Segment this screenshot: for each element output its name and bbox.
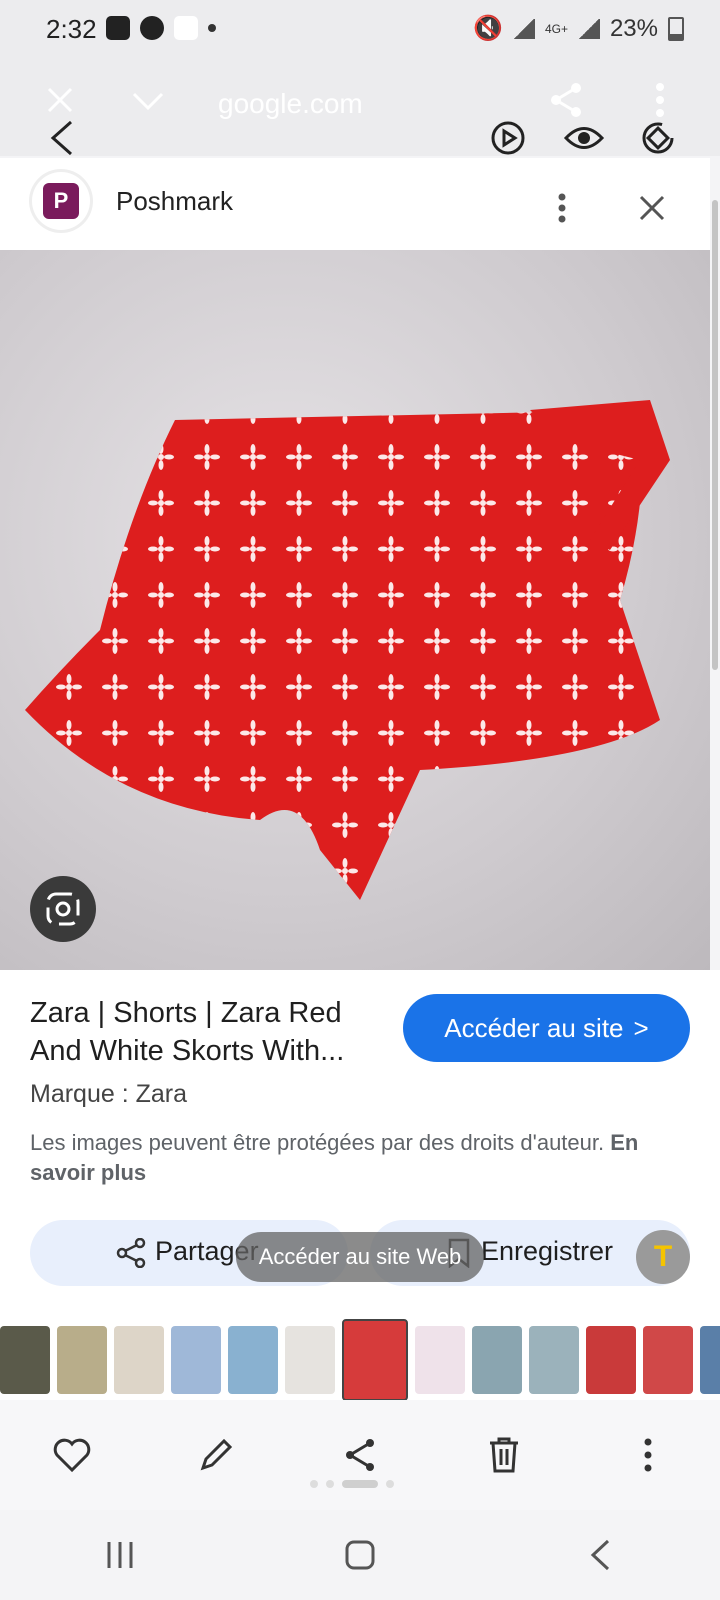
close-icon[interactable] (40, 80, 80, 120)
thumbnail[interactable] (228, 1326, 278, 1394)
mute-icon: 🔇 (473, 15, 503, 42)
page-scrollbar[interactable] (712, 200, 718, 670)
page-dot (386, 1480, 394, 1488)
toolbar-share-icon (346, 1439, 374, 1471)
eye-icon[interactable] (564, 118, 604, 158)
recents-icon (107, 1542, 133, 1568)
thumbnail-selected[interactable] (342, 1319, 408, 1401)
browser-share-icon[interactable] (546, 80, 586, 120)
thumbnail[interactable] (586, 1326, 636, 1394)
more-notifications-icon (208, 24, 216, 32)
source-name[interactable]: Poshmark (116, 186, 233, 217)
thumbnail[interactable] (171, 1326, 221, 1394)
lens-search-button[interactable] (30, 876, 96, 942)
battery-percent: 23% (609, 14, 658, 42)
brand-label: Marque : Zara (30, 1080, 188, 1108)
status-right: 🔇 4G+ 23% (473, 14, 684, 43)
status-notification-icons (106, 16, 216, 40)
poshmark-logo: P (32, 172, 90, 230)
toolbar-more-icon (644, 1438, 652, 1472)
recents-button[interactable] (90, 1525, 150, 1585)
url-text[interactable]: google.com (218, 88, 363, 120)
toolbar-share-button[interactable] (330, 1425, 390, 1485)
page-dot-active (342, 1480, 378, 1488)
system-nav-bar (0, 1510, 720, 1600)
signal-icon (512, 18, 535, 39)
home-icon (345, 1540, 375, 1570)
share-icon (116, 1238, 146, 1268)
toast-message: Accéder au site Web (236, 1232, 484, 1282)
favorite-button[interactable] (42, 1425, 102, 1485)
rotate-icon[interactable] (638, 118, 678, 158)
close-preview-icon[interactable] (632, 188, 672, 228)
page-indicator (310, 1480, 394, 1488)
thumbnail[interactable] (285, 1326, 335, 1394)
gallery-icon (106, 16, 130, 40)
page-dot (310, 1480, 318, 1488)
pencil-icon (200, 1438, 233, 1471)
camera-search-icon (46, 892, 80, 926)
result-title[interactable]: Zara | Shorts | Zara Red And White Skort… (30, 994, 370, 1070)
heart-icon (53, 1438, 91, 1473)
thumbnail[interactable] (415, 1326, 465, 1394)
video-icon[interactable] (488, 118, 528, 158)
toolbar-more-button[interactable] (618, 1425, 678, 1485)
edit-button[interactable] (186, 1425, 246, 1485)
thumbnail[interactable] (0, 1326, 50, 1394)
nav-back-icon (590, 1539, 610, 1571)
home-button[interactable] (330, 1525, 390, 1585)
thumbnail[interactable] (643, 1326, 693, 1394)
nav-back-button[interactable] (570, 1525, 630, 1585)
battery-icon (668, 16, 684, 41)
chevron-right-icon: > (633, 1012, 649, 1043)
thumbnail[interactable] (700, 1326, 720, 1394)
notification-icon (174, 16, 198, 40)
copyright-text: Les images peuvent être protégées par de… (30, 1130, 605, 1155)
bottom-toolbar (0, 1400, 720, 1510)
visit-site-button[interactable]: Accéder au site > (403, 994, 690, 1062)
thumbnail-strip[interactable] (0, 1319, 720, 1401)
save-label: Enregistrer (481, 1236, 614, 1266)
visit-site-label: Accéder au site (444, 1012, 624, 1043)
pinterest-icon (140, 16, 164, 40)
signal-icon-2 (577, 18, 600, 39)
text-select-icon[interactable]: T (636, 1230, 690, 1284)
delete-button[interactable] (474, 1425, 534, 1485)
status-time: 2:32 (46, 14, 97, 44)
copyright-notice: Les images peuvent être protégées par de… (30, 1128, 670, 1188)
thumbnail[interactable] (57, 1326, 107, 1394)
more-vert-icon[interactable] (640, 80, 680, 120)
product-image[interactable] (0, 250, 710, 970)
thumbnail[interactable] (529, 1326, 579, 1394)
page-dot (326, 1480, 334, 1488)
source-more-icon[interactable] (542, 188, 582, 228)
red-skort (25, 400, 670, 900)
network-type: 4G+ (544, 21, 568, 36)
thumbnail[interactable] (472, 1326, 522, 1394)
back-icon[interactable] (42, 118, 82, 158)
chevron-down-icon[interactable] (128, 80, 168, 120)
source-header (0, 158, 710, 250)
thumbnail[interactable] (114, 1326, 164, 1394)
trash-icon (490, 1437, 518, 1473)
